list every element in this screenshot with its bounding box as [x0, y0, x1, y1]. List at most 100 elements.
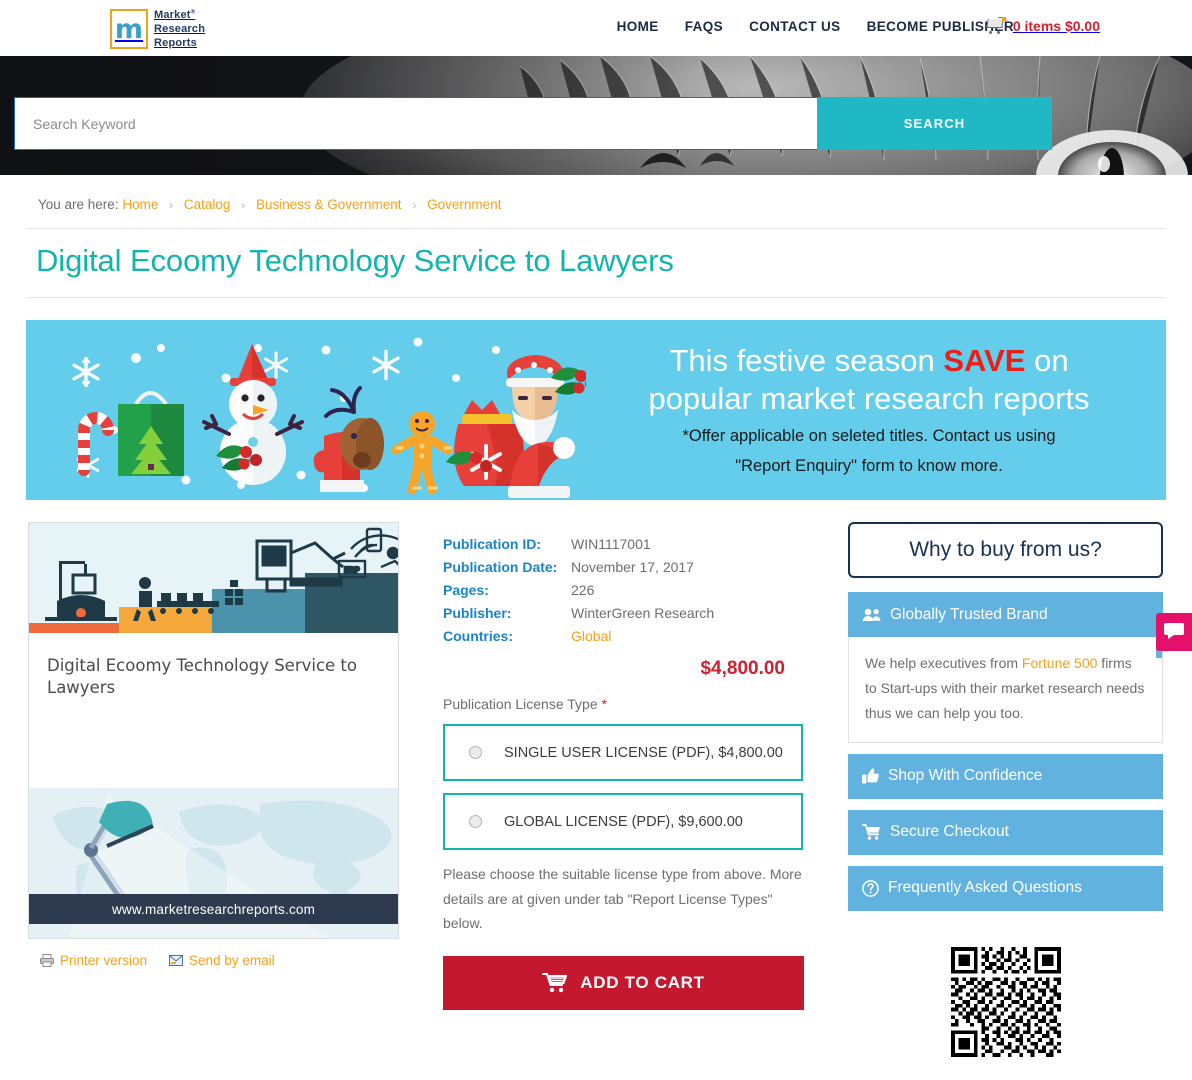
site-logo[interactable]: m Market® Research Reports [110, 8, 205, 50]
nav-item-contact-us[interactable]: CONTACT US [749, 19, 841, 34]
send-by-email-link[interactable]: Send by email [169, 953, 275, 968]
page-title-container: Digital Ecoomy Technology Service to Law… [26, 229, 1166, 298]
accordion-shop-with-confidence[interactable]: Shop With Confidence [848, 753, 1163, 799]
logo-wordmark: Market® Research Reports [154, 8, 205, 50]
shopping-cart-icon [862, 824, 881, 840]
product-cover-url: www.marketresearchreports.com [29, 894, 398, 924]
shopping-cart-icon [985, 17, 1007, 34]
detail-value-publication-id: WIN1117001 [571, 536, 651, 552]
license-helper-text: Please choose the suitable license type … [443, 866, 802, 931]
detail-label-publication-id: Publication ID: [443, 536, 541, 552]
publication-details: Publication ID: WIN1117001 Publication D… [443, 536, 803, 644]
site-header: m Market® Research Reports HOME FAQS CON… [0, 0, 1192, 56]
breadcrumb-item-catalog[interactable]: Catalog [184, 197, 231, 212]
printer-version-link[interactable]: Printer version [40, 953, 147, 968]
svg-text:ERP: ERP [344, 566, 360, 575]
question-circle-icon [862, 879, 879, 897]
chat-bubble-icon [1164, 623, 1184, 639]
promo-line-1-prefix: This festive season [669, 343, 944, 378]
envelope-icon [169, 955, 184, 966]
product-price: $4,800.00 [700, 658, 785, 679]
accordion-secure-checkout[interactable]: Secure Checkout [848, 809, 1163, 855]
detail-label-publisher: Publisher: [443, 605, 512, 621]
page-title: Digital Ecoomy Technology Service to Law… [36, 243, 674, 278]
add-to-cart-label: ADD TO CART [580, 972, 705, 992]
promo-banner-copy: This festive season SAVE on popular mark… [574, 342, 1164, 477]
why-buy-column: Why to buy from us? Globally Trusted Bra… [803, 522, 1163, 1057]
send-by-email-label: Send by email [189, 953, 275, 968]
search-bar: SEARCH [14, 97, 1052, 150]
promo-line-1-suffix: on [1025, 343, 1069, 378]
breadcrumb-item-government[interactable]: Government [427, 197, 501, 212]
users-group-icon [862, 608, 881, 621]
why-buy-accordion: Globally Trusted Brand We help executive… [848, 592, 1163, 911]
detail-value-pages: 226 [571, 582, 595, 598]
product-purchase-column: Publication ID: WIN1117001 Publication D… [413, 522, 804, 1057]
license-type-label: Publication License Type * [443, 696, 803, 712]
logo-line-2: Research [154, 23, 206, 36]
detail-value-publication-date: November 17, 2017 [571, 559, 694, 575]
detail-label-countries: Countries: [443, 628, 513, 644]
cart-summary-label: 0 items $0.00 [1012, 17, 1100, 34]
promo-banner[interactable]: This festive season SAVE on popular mark… [26, 320, 1166, 500]
nav-item-faqs[interactable]: FAQS [685, 19, 723, 34]
accordion-title-shop-with-confidence: Shop With Confidence [888, 767, 1043, 785]
logo-line-1: Market [154, 9, 191, 21]
main-nav: HOME FAQS CONTACT US BECOME PUBLISHER [617, 19, 1014, 34]
product-cover[interactable]: ERP Digital Ecoomy Technology Service to… [28, 522, 399, 939]
search-button[interactable]: SEARCH [817, 97, 1052, 150]
add-to-cart-button[interactable]: ADD TO CART [443, 955, 804, 1010]
fortune-500-highlight: Fortune 500 [1021, 655, 1098, 671]
product-cover-bottom-art: www.marketresearchreports.com [29, 788, 398, 938]
why-buy-heading: Why to buy from us? [848, 522, 1163, 578]
qr-code [950, 946, 1061, 1057]
breadcrumb-lead: You are here: [38, 197, 119, 212]
detail-value-publisher: WinterGreen Research [571, 605, 715, 621]
promo-save-highlight: SAVE [943, 343, 1026, 378]
share-actions: Printer version Send by email [28, 953, 413, 968]
accordion-title-faq: Frequently Asked Questions [888, 879, 1082, 897]
required-marker: * [601, 696, 607, 712]
thumbs-up-icon [862, 768, 879, 784]
logo-mark-icon: m [110, 9, 148, 50]
product-cover-top-art: ERP [29, 523, 398, 633]
product-media-column: ERP Digital Ecoomy Technology Service to… [28, 522, 413, 1057]
license-option-single-user-label: SINGLE USER LICENSE (PDF), $4,800.00 [504, 744, 783, 761]
product-cover-title: Digital Ecoomy Technology Service to Law… [47, 656, 357, 698]
radio-single-user[interactable] [469, 746, 482, 759]
logo-trademark: ® [190, 9, 196, 16]
logo-line-3: Reports [154, 37, 197, 50]
promo-line-2: popular market research reports [648, 381, 1090, 417]
cart-icon [542, 972, 568, 993]
product-main: ERP Digital Ecoomy Technology Service to… [14, 522, 1178, 1057]
printer-icon [40, 954, 54, 967]
search-hero: SEARCH [0, 56, 1192, 175]
cart-link[interactable]: 0 items $0.00 [985, 17, 1100, 34]
detail-value-countries[interactable]: Global [571, 628, 803, 644]
detail-label-publication-date: Publication Date: [443, 559, 558, 575]
detail-label-pages: Pages: [443, 582, 489, 598]
breadcrumb-separator: › [169, 198, 174, 212]
license-option-global[interactable]: GLOBAL LICENSE (PDF), $9,600.00 [443, 793, 803, 850]
nav-item-home[interactable]: HOME [617, 19, 659, 34]
accordion-globally-trusted-brand[interactable]: Globally Trusted Brand [848, 592, 1163, 637]
chat-widget[interactable] [1156, 606, 1192, 658]
promo-line-1: This festive season SAVE on [574, 342, 1164, 380]
radio-global[interactable] [469, 815, 482, 828]
accordion-faq[interactable]: Frequently Asked Questions [848, 865, 1163, 911]
accordion-body-prefix: We help executives from [865, 655, 1022, 671]
license-type-label-text: Publication License Type [443, 696, 598, 712]
license-option-single-user[interactable]: SINGLE USER LICENSE (PDF), $4,800.00 [443, 724, 803, 781]
breadcrumb: You are here: Home › Catalog › Business … [26, 175, 1166, 229]
breadcrumb-item-home[interactable]: Home [122, 197, 158, 212]
breadcrumb-separator: › [241, 198, 246, 212]
promo-line-4: "Report Enquiry" form to know more. [735, 456, 1003, 475]
license-option-global-label: GLOBAL LICENSE (PDF), $9,600.00 [504, 813, 743, 830]
breadcrumb-item-business-government[interactable]: Business & Government [256, 197, 402, 212]
promo-line-3: *Offer applicable on seleted titles. Con… [682, 427, 1056, 446]
accordion-title-globally-trusted-brand: Globally Trusted Brand [890, 605, 1048, 623]
search-input[interactable] [14, 97, 817, 150]
accordion-title-secure-checkout: Secure Checkout [890, 823, 1009, 841]
festive-illustration [26, 320, 586, 500]
industry-evolution-graphic: ERP [29, 523, 398, 633]
